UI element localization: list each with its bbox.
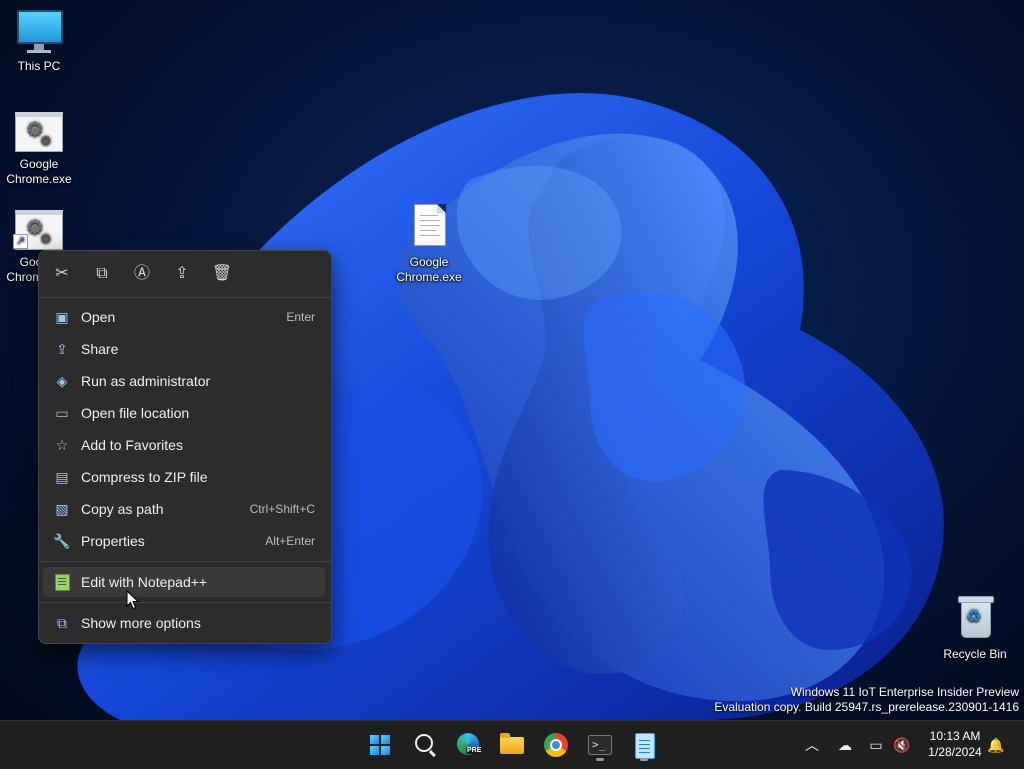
notepadpp-icon bbox=[53, 567, 71, 601]
folder-icon: ▭ bbox=[55, 405, 69, 421]
share-icon[interactable]: ⇪ bbox=[171, 263, 193, 285]
watermark-line-1: Windows 11 IoT Enterprise Insider Previe… bbox=[790, 685, 1019, 699]
taskbar-clock[interactable]: 10:13 AM 1/28/2024 bbox=[918, 728, 992, 760]
folder-icon bbox=[500, 733, 524, 754]
menu-item-label: Copy as path bbox=[81, 501, 164, 517]
zip-icon: ▤ bbox=[55, 469, 69, 485]
menu-divider bbox=[39, 297, 331, 298]
menu-item-copy-as-path[interactable]: ▧ Copy as path Ctrl+Shift+C bbox=[43, 494, 325, 524]
windows-logo-icon bbox=[370, 735, 390, 755]
clock-time: 10:13 AM bbox=[929, 729, 981, 743]
taskbar: PRE >_ ︿ ☁ ▭ 🔇 10:13 AM 1/28/2024 🔔 bbox=[0, 720, 1024, 769]
menu-item-label: Show more options bbox=[81, 615, 201, 631]
exe-gear-icon: ⚙ ⚙ bbox=[15, 106, 63, 154]
menu-item-edit-with-notepadpp[interactable]: Edit with Notepad++ bbox=[43, 567, 325, 597]
menu-item-properties[interactable]: 🔧 Properties Alt+Enter bbox=[43, 526, 325, 556]
shortcut-arrow-icon: ↗ bbox=[13, 234, 28, 249]
rename-icon[interactable]: Ⓐ bbox=[131, 263, 153, 285]
menu-divider bbox=[39, 602, 331, 603]
menu-item-run-as-administrator[interactable]: ◈ Run as administrator bbox=[43, 366, 325, 396]
recycle-bin-icon: ♻ bbox=[951, 596, 999, 644]
copy-icon[interactable]: ⧉ bbox=[91, 263, 113, 285]
menu-item-open[interactable]: ▣ Open Enter bbox=[43, 302, 325, 332]
path-icon: ▧ bbox=[55, 501, 69, 517]
menu-item-compress-to-zip[interactable]: ▤ Compress to ZIP file bbox=[43, 462, 325, 492]
taskbar-chrome[interactable] bbox=[539, 729, 573, 761]
star-icon: ☆ bbox=[55, 437, 69, 453]
edge-preview-badge: PRE bbox=[466, 747, 483, 754]
share-icon: ⇪ bbox=[56, 341, 68, 357]
terminal-icon: >_ bbox=[588, 735, 612, 755]
desktop-icon-label: This PC bbox=[17, 59, 61, 73]
menu-item-label: Open file location bbox=[81, 405, 190, 421]
menu-divider bbox=[39, 561, 331, 562]
menu-item-label: Share bbox=[81, 341, 119, 357]
desktop-icon-recycle-bin[interactable]: ♻ Recycle Bin bbox=[936, 596, 1014, 662]
menu-item-share[interactable]: ⇪ Share bbox=[43, 334, 325, 364]
menu-item-label: Compress to ZIP file bbox=[81, 469, 208, 485]
menu-item-shortcut: Alt+Enter bbox=[265, 534, 315, 548]
desktop-icon-label: Google Chrome.exe bbox=[6, 157, 72, 186]
menu-item-label: Properties bbox=[81, 533, 145, 549]
menu-item-show-more-options[interactable]: ⧉ Show more options bbox=[43, 608, 325, 638]
menu-item-label: Add to Favorites bbox=[81, 437, 183, 453]
running-indicator bbox=[640, 758, 648, 761]
menu-item-open-file-location[interactable]: ▭ Open file location bbox=[43, 398, 325, 428]
desktop-icon-label: Recycle Bin bbox=[943, 647, 1007, 661]
taskbar-search-button[interactable] bbox=[407, 729, 441, 761]
context-menu: ✂ ⧉ Ⓐ ⇪ 🗑 ▣ Open Enter ⇪ Share ◈ Run as … bbox=[38, 250, 332, 644]
desktop-icon-chrome-exe-2[interactable]: Google Chrome.exe bbox=[390, 204, 468, 285]
cut-icon[interactable]: ✂ bbox=[51, 263, 73, 285]
network-icon[interactable]: ▭ bbox=[866, 735, 886, 755]
mouse-cursor-icon bbox=[126, 590, 140, 610]
blank-file-icon bbox=[405, 204, 453, 252]
chrome-icon bbox=[544, 733, 568, 757]
desktop-icon-chrome-exe[interactable]: ⚙ ⚙ Google Chrome.exe bbox=[0, 106, 78, 187]
monitor-icon bbox=[15, 8, 63, 56]
wrench-icon: 🔧 bbox=[53, 533, 71, 549]
notepad-icon bbox=[635, 733, 655, 759]
taskbar-notepad[interactable] bbox=[627, 729, 661, 761]
more-options-icon: ⧉ bbox=[57, 615, 67, 631]
menu-item-add-to-favorites[interactable]: ☆ Add to Favorites bbox=[43, 430, 325, 460]
desktop-icon-this-pc[interactable]: This PC bbox=[0, 8, 78, 74]
notification-bell-icon[interactable]: 🔔 bbox=[986, 735, 1006, 755]
taskbar-edge-preview[interactable]: PRE bbox=[451, 729, 485, 761]
clock-date: 1/28/2024 bbox=[928, 745, 982, 759]
context-menu-toolbar: ✂ ⧉ Ⓐ ⇪ 🗑 bbox=[39, 251, 331, 297]
volume-muted-icon[interactable]: 🔇 bbox=[892, 735, 912, 755]
menu-item-label: Run as administrator bbox=[81, 373, 211, 389]
cloud-offline-icon[interactable]: ☁ bbox=[835, 735, 855, 755]
desktop-icon-label: Google Chrome.exe bbox=[396, 255, 462, 284]
taskbar-terminal[interactable]: >_ bbox=[583, 729, 617, 761]
start-button[interactable] bbox=[363, 729, 397, 761]
chevron-up-icon[interactable]: ︿ bbox=[802, 735, 822, 755]
running-indicator bbox=[596, 758, 604, 761]
open-icon: ▣ bbox=[55, 309, 69, 325]
menu-item-shortcut: Ctrl+Shift+C bbox=[249, 502, 315, 516]
exe-shortcut-icon: ⚙ ⚙ ↗ bbox=[13, 204, 63, 252]
taskbar-file-explorer[interactable] bbox=[495, 729, 529, 761]
shield-icon: ◈ bbox=[56, 373, 68, 389]
search-icon bbox=[415, 734, 433, 752]
menu-item-shortcut: Enter bbox=[286, 310, 315, 324]
delete-icon[interactable]: 🗑 bbox=[211, 263, 233, 285]
build-watermark: Windows 11 IoT Enterprise Insider Previe… bbox=[714, 685, 1019, 715]
menu-item-label: Open bbox=[81, 309, 116, 325]
menu-item-label: Edit with Notepad++ bbox=[81, 574, 208, 590]
watermark-line-2: Evaluation copy. Build 25947.rs_prerelea… bbox=[714, 700, 1019, 714]
